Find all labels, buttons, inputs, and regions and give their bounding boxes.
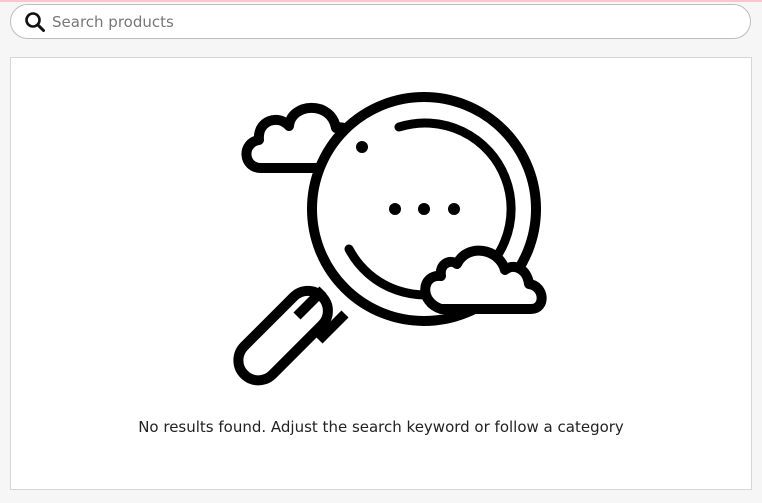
search-icon[interactable] [24,11,46,33]
results-panel: No results found. Adjust the search keyw… [10,57,752,490]
search-input[interactable] [52,6,732,37]
top-accent-line [0,0,762,2]
search-bar[interactable] [10,4,751,39]
magnifier-clouds-icon [231,88,551,393]
empty-results-message: No results found. Adjust the search keyw… [138,418,624,436]
